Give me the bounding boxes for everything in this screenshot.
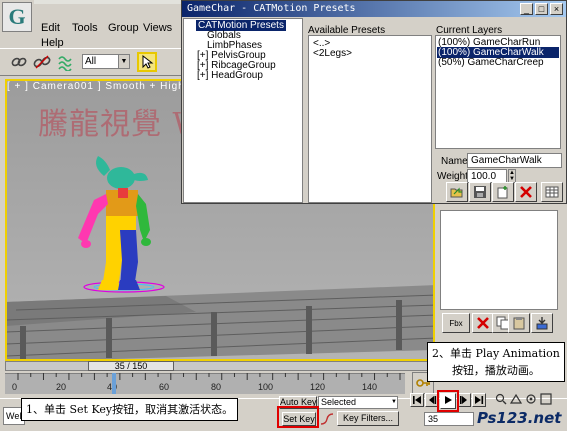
title-strip bbox=[34, 0, 184, 4]
open-folder-icon bbox=[450, 187, 463, 198]
dialog-titlebar[interactable]: GameChar - CATMotion Presets _ □ × bbox=[182, 1, 566, 17]
current-frame-marker bbox=[112, 373, 116, 394]
menu-edit[interactable]: Edit bbox=[41, 22, 60, 34]
tick-label: 0 bbox=[12, 382, 18, 392]
go-to-start-icon bbox=[413, 396, 421, 404]
delete-icon bbox=[477, 317, 489, 329]
new-layer-icon bbox=[497, 186, 508, 199]
add-layer-button[interactable] bbox=[492, 182, 514, 202]
set-key-button[interactable]: Set Key bbox=[282, 412, 316, 426]
chevron-down-icon[interactable]: ▼ bbox=[390, 397, 398, 408]
layer-name-field[interactable]: GameCharWalk bbox=[467, 153, 562, 168]
delete-clip-button[interactable] bbox=[472, 313, 494, 333]
tick-label: 80 bbox=[211, 382, 222, 392]
chevron-down-icon[interactable]: ▼ bbox=[118, 55, 129, 68]
app-logo[interactable]: G bbox=[2, 2, 32, 32]
zoom-icon[interactable] bbox=[495, 393, 507, 405]
time-slider-track[interactable] bbox=[5, 361, 435, 371]
stack-icon bbox=[536, 317, 548, 330]
previous-frame-button[interactable] bbox=[425, 393, 439, 407]
current-frame-field[interactable]: 35 bbox=[424, 412, 474, 426]
next-frame-button[interactable] bbox=[457, 393, 471, 407]
weight-spinner[interactable]: 100.0 bbox=[467, 169, 507, 183]
maximize-viewport-icon[interactable] bbox=[540, 393, 552, 405]
cursor-icon bbox=[142, 54, 154, 69]
catmotion-presets-dialog: GameChar - CATMotion Presets _ □ × CATMo… bbox=[181, 0, 567, 204]
current-layers-list[interactable]: (100%) GameCharRun (100%) GameCharWalk (… bbox=[435, 35, 561, 149]
spinner-arrows-icon[interactable]: ▲ ▼ bbox=[508, 169, 516, 183]
save-preset-button[interactable] bbox=[469, 182, 491, 202]
tick-label: 140 bbox=[362, 382, 378, 392]
available-presets-list[interactable]: <..> <2Legs> bbox=[308, 35, 432, 203]
fbx-label: Fbx bbox=[449, 318, 463, 328]
tick-label: 100 bbox=[258, 382, 274, 392]
command-panel-list[interactable] bbox=[440, 210, 558, 310]
ps123-logo: Ps123.net bbox=[477, 409, 562, 427]
delete-icon bbox=[520, 186, 532, 198]
next-frame-icon bbox=[460, 396, 467, 404]
collapse-clip-button[interactable] bbox=[531, 313, 553, 333]
go-to-end-button[interactable] bbox=[472, 393, 486, 407]
tree-item-headgroup[interactable]: [+] HeadGroup bbox=[197, 70, 263, 81]
tick-label: 120 bbox=[310, 382, 326, 392]
go-to-start-button[interactable] bbox=[410, 393, 424, 407]
app-logo-glyph: G bbox=[8, 4, 26, 29]
hierarchy-tree[interactable]: CATMotion Presets Globals LimbPhases [+]… bbox=[183, 18, 303, 203]
play-animation-button[interactable] bbox=[440, 393, 456, 409]
default-tangent-icon[interactable] bbox=[320, 412, 334, 426]
callout-set-key: 1、单击 Set Key按钮，取消其激活状态。 bbox=[21, 398, 239, 421]
close-button[interactable]: × bbox=[550, 3, 563, 15]
link-icon[interactable] bbox=[8, 52, 30, 72]
preset-item-2legs[interactable]: <2Legs> bbox=[313, 48, 352, 59]
menu-views[interactable]: Views bbox=[143, 22, 172, 34]
key-mode-dropdown[interactable]: Selected bbox=[318, 396, 398, 409]
maximize-button[interactable]: □ bbox=[535, 3, 548, 15]
minimize-button[interactable]: _ bbox=[520, 3, 533, 15]
disk-icon bbox=[474, 186, 486, 198]
callout-play-animation: 2、单击 Play Animation 按钮，播放动画。 bbox=[427, 342, 565, 382]
viewport-navigation-icons bbox=[495, 393, 561, 407]
remove-layer-button[interactable] bbox=[515, 182, 537, 202]
menu-group[interactable]: Group bbox=[108, 22, 139, 34]
play-icon bbox=[445, 396, 452, 404]
previous-frame-icon bbox=[429, 396, 437, 404]
paste-icon bbox=[513, 317, 525, 330]
callout-play-line2: 按钮，播放动画。 bbox=[451, 364, 540, 377]
select-object-button[interactable] bbox=[137, 52, 157, 72]
paste-clip-button[interactable] bbox=[508, 313, 530, 333]
grid-icon bbox=[545, 186, 559, 198]
menu-tools[interactable]: Tools bbox=[72, 22, 98, 34]
weight-label: Weight: bbox=[437, 171, 471, 182]
tick-label: 20 bbox=[56, 382, 67, 392]
load-preset-button[interactable] bbox=[446, 182, 468, 202]
key-filters-button[interactable]: Key Filters... bbox=[337, 411, 399, 426]
fbx-button[interactable]: Fbx bbox=[442, 313, 470, 333]
tick-label: 60 bbox=[159, 382, 170, 392]
callout-play-line1: 2、单击 Play Animation bbox=[432, 347, 560, 360]
bind-space-warp-icon[interactable] bbox=[55, 52, 77, 72]
selection-filter-value: All bbox=[85, 56, 97, 67]
orbit-icon[interactable] bbox=[525, 393, 537, 405]
layer-item-creep[interactable]: (50%) GameCharCreep bbox=[438, 57, 544, 68]
field-of-view-icon[interactable] bbox=[510, 393, 522, 405]
go-to-end-icon bbox=[475, 396, 484, 404]
unlink-icon[interactable] bbox=[31, 52, 53, 72]
time-slider-thumb[interactable]: 35 / 150 bbox=[88, 361, 174, 371]
dialog-title: GameChar - CATMotion Presets bbox=[187, 3, 356, 14]
auto-key-button[interactable]: Auto Key bbox=[279, 396, 317, 409]
layer-options-button[interactable] bbox=[541, 182, 563, 202]
